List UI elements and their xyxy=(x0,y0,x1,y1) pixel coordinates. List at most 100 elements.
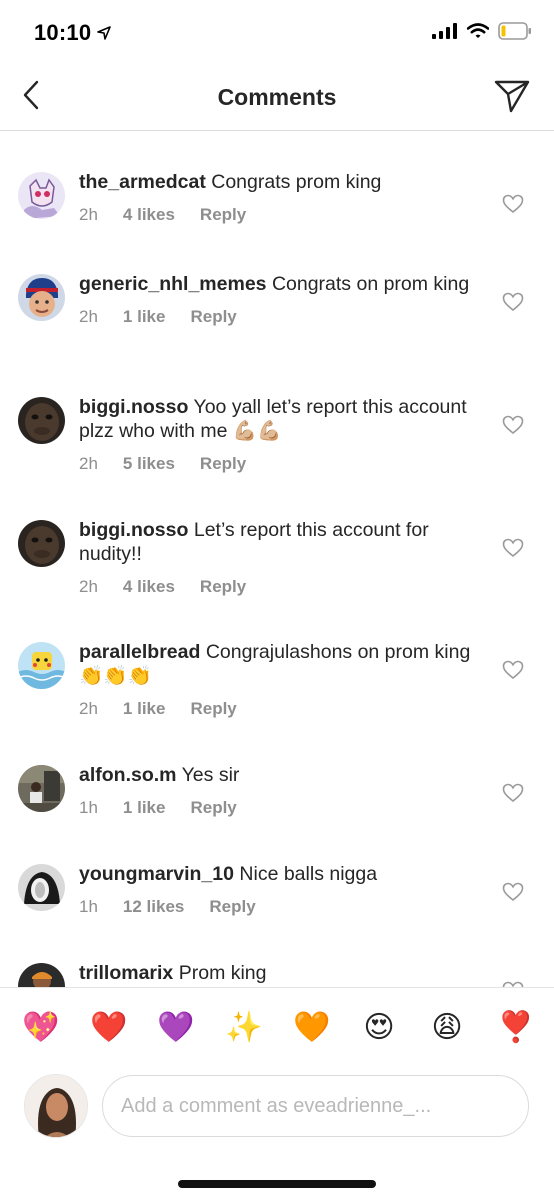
wifi-icon xyxy=(467,23,489,38)
comment-text: generic_nhl_memes Congrats on prom king xyxy=(79,272,484,296)
comment-time: 2h xyxy=(79,307,98,326)
comment-username[interactable]: the_armedcat xyxy=(79,171,206,193)
comment-username[interactable]: generic_nhl_memes xyxy=(79,273,267,295)
battery-icon xyxy=(498,22,531,40)
avatar[interactable] xyxy=(18,765,65,812)
reply-button[interactable]: Reply xyxy=(200,205,246,225)
status-icons xyxy=(432,22,532,40)
heart-icon[interactable] xyxy=(502,292,524,312)
comment-body: biggi.nosso Yoo yall let’s report this a… xyxy=(79,395,484,474)
reply-button[interactable]: Reply xyxy=(200,577,246,597)
avatar-image xyxy=(18,963,65,987)
comment-text: parallelbread Congrajulashons on prom ki… xyxy=(79,640,484,688)
status-time: 10:10 xyxy=(34,20,92,45)
emoji-heart-eyes[interactable]: 😍 xyxy=(361,1010,397,1046)
status-time-group: 10:10 xyxy=(34,20,112,46)
emoji-red-heart[interactable]: ❤️ xyxy=(90,1010,127,1046)
comments-list[interactable]: the_armedcat Congrats prom king 2h 4 lik… xyxy=(0,132,554,987)
comment-time: 1h xyxy=(79,798,98,817)
comment-text: the_armedcat Congrats prom king xyxy=(79,170,484,194)
avatar[interactable] xyxy=(18,864,65,911)
comment-likes[interactable]: 1 like xyxy=(123,307,166,327)
comment-content: Prom king xyxy=(178,962,267,984)
reply-button[interactable]: Reply xyxy=(209,897,255,917)
reply-button[interactable]: Reply xyxy=(200,454,246,474)
direct-send-icon xyxy=(494,80,530,113)
reply-button[interactable]: Reply xyxy=(190,798,236,818)
heart-icon[interactable] xyxy=(502,194,524,214)
avatar-image xyxy=(18,765,65,812)
emoji-sparkling-heart[interactable]: 💖 xyxy=(22,1010,59,1046)
comment-composer xyxy=(0,1063,554,1153)
comment-meta: 1h 12 likes Reply xyxy=(79,897,484,917)
avatar[interactable] xyxy=(18,172,65,219)
comment-time: 2h xyxy=(79,205,98,224)
avatar-image xyxy=(18,274,65,321)
comment-body: biggi.nosso Let’s report this account fo… xyxy=(79,518,484,597)
comment-likes[interactable]: 4 likes xyxy=(123,205,175,225)
comment-username[interactable]: alfon.so.m xyxy=(79,764,177,786)
avatar[interactable] xyxy=(18,397,65,444)
comment-time: 1h xyxy=(79,897,98,916)
reply-button[interactable]: Reply xyxy=(190,307,236,327)
page-title: Comments xyxy=(217,84,337,110)
comment-body: parallelbread Congrajulashons on prom ki… xyxy=(79,640,484,719)
comment-time: 2h xyxy=(79,699,98,718)
emoji-weary-face[interactable]: 😩 xyxy=(429,1010,465,1046)
comment-body: alfon.so.m Yes sir 1h 1 like Reply xyxy=(79,763,484,818)
location-arrow-icon xyxy=(97,26,112,40)
comment-meta: 1h 1 like Reply xyxy=(79,798,484,818)
comment-text: biggi.nosso Yoo yall let’s report this a… xyxy=(79,395,484,443)
heart-icon[interactable] xyxy=(502,882,524,902)
comment-username[interactable]: trillomarix xyxy=(79,962,173,984)
avatar[interactable] xyxy=(18,963,65,987)
avatar-image xyxy=(25,1075,87,1137)
comment-username[interactable]: parallelbread xyxy=(79,641,200,663)
comment-likes[interactable]: 5 likes xyxy=(123,454,175,474)
avatar-image xyxy=(18,397,65,444)
comment-content: Nice balls nigga xyxy=(239,863,378,885)
emoji-sparkles[interactable]: ✨ xyxy=(225,1010,262,1046)
comment-text: alfon.so.m Yes sir xyxy=(79,763,484,787)
self-avatar[interactable] xyxy=(24,1074,88,1138)
comment-username[interactable]: biggi.nosso xyxy=(79,396,188,418)
home-indicator[interactable] xyxy=(178,1180,376,1188)
comment-time: 2h xyxy=(79,454,98,473)
comment-username[interactable]: biggi.nosso xyxy=(79,519,188,541)
comment-likes[interactable]: 4 likes xyxy=(123,577,175,597)
reply-button[interactable]: Reply xyxy=(190,699,236,719)
comment-content: Congrats prom king xyxy=(211,171,382,193)
comment-likes[interactable]: 1 like xyxy=(123,699,166,719)
heart-icon[interactable] xyxy=(502,538,524,558)
comment-content: Congrats on prom king xyxy=(271,273,470,295)
share-button[interactable] xyxy=(494,78,530,114)
comment-username[interactable]: youngmarvin_10 xyxy=(79,863,234,885)
heart-icon[interactable] xyxy=(502,783,524,803)
avatar[interactable] xyxy=(18,642,65,689)
comment-input[interactable] xyxy=(102,1075,529,1137)
heart-icon[interactable] xyxy=(502,415,524,435)
comment-meta: 2h 4 likes Reply xyxy=(79,205,484,225)
avatar-image xyxy=(18,172,65,219)
comment-time: 2h xyxy=(79,577,98,596)
comment-text: youngmarvin_10 Nice balls nigga xyxy=(79,862,484,886)
avatar-image xyxy=(18,642,65,689)
comment-likes[interactable]: 1 like xyxy=(123,798,166,818)
avatar-image xyxy=(18,864,65,911)
comment-likes[interactable]: 12 likes xyxy=(123,897,184,917)
heart-icon[interactable] xyxy=(502,660,524,680)
comment-body: the_armedcat Congrats prom king 2h 4 lik… xyxy=(79,170,484,225)
emoji-purple-heart[interactable]: 💜 xyxy=(157,1010,194,1046)
avatar[interactable] xyxy=(18,520,65,567)
avatar[interactable] xyxy=(18,274,65,321)
avatar-image xyxy=(18,520,65,567)
status-bar: 10:10 xyxy=(0,0,554,64)
comment-text: trillomarix Prom king xyxy=(79,961,484,985)
emoji-orange-heart[interactable]: 🧡 xyxy=(293,1010,330,1046)
emoji-heart-exclamation[interactable]: ❣️ xyxy=(497,1010,534,1046)
comment-meta: 2h 1 like Reply xyxy=(79,699,484,719)
cellular-signal-icon xyxy=(432,23,457,39)
comment-text: biggi.nosso Let’s report this account fo… xyxy=(79,518,484,566)
comment-content: Yes sir xyxy=(181,764,240,786)
comment-meta: 2h 4 likes Reply xyxy=(79,577,484,597)
